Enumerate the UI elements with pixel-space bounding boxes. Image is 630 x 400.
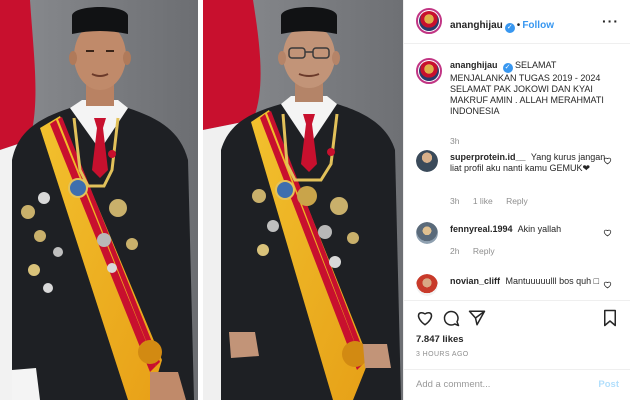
heart-icon[interactable] (603, 280, 612, 289)
comment-text-block: superprotein.id__ Yang kurus jangan liat… (450, 152, 610, 174)
comment-text: Akin yallah (517, 224, 562, 234)
likes-count[interactable]: 7.847 likes (416, 334, 464, 345)
comment-text-block: novian_cliff Mantuuuuulll bos quh □ (450, 276, 610, 287)
heart-icon[interactable] (603, 228, 612, 237)
comment-meta: 3h 1 like Reply (450, 196, 539, 206)
commenter-avatar[interactable] (416, 150, 438, 172)
caption-age: 3h (450, 136, 460, 146)
comment-age: 3h (450, 196, 460, 206)
bookmark-icon[interactable] (601, 309, 619, 327)
portrait-left (0, 0, 198, 400)
comment-username[interactable]: novian_cliff (450, 276, 500, 286)
share-icon[interactable] (468, 309, 486, 327)
reply-button[interactable]: Reply (473, 246, 495, 256)
author-username[interactable]: ananghijau (450, 20, 503, 31)
post-photo[interactable] (0, 0, 403, 400)
comment-meta: 2h Reply (450, 246, 506, 256)
comment-username[interactable]: superprotein.id__ (450, 152, 526, 162)
post-header: ananghijau ✓ • Follow ··· (404, 0, 630, 44)
comment-likes[interactable]: 1 like (473, 196, 493, 206)
heart-icon[interactable] (416, 309, 434, 327)
caption-avatar[interactable] (416, 58, 442, 84)
heart-icon[interactable] (603, 156, 612, 165)
author-avatar[interactable] (416, 8, 442, 34)
add-comment-bar: Add a comment... Post (404, 369, 630, 400)
comment-age: 2h (450, 246, 460, 256)
caption-meta: 3h (450, 136, 470, 146)
list-item: fennyreal.1994 Akin yallah 2h Reply (416, 222, 616, 266)
verified-icon: ✓ (502, 63, 513, 73)
comment-input[interactable]: Add a comment... (416, 379, 490, 390)
separator-dot: • (516, 20, 521, 31)
caption-username[interactable]: ananghijau (450, 60, 498, 70)
more-options-icon[interactable]: ··· (602, 13, 619, 29)
post-sidebar: ananghijau ✓ • Follow ··· ananghijau ✓ SELAM… (403, 0, 630, 400)
comment-text-block: fennyreal.1994 Akin yallah (450, 224, 610, 235)
comment-icon[interactable] (442, 309, 460, 327)
post-actions: 7.847 likes 3 HOURS AGO Add a comment...… (404, 300, 630, 400)
comment-username[interactable]: fennyreal.1994 (450, 224, 513, 234)
comment-text: Mantuuuuulll bos quh □ (505, 276, 600, 286)
commenter-avatar[interactable] (416, 222, 438, 244)
caption-text-block: ananghijau ✓ SELAMAT MENJALANKAN TUGAS 20… (450, 60, 610, 117)
commenter-avatar[interactable] (416, 274, 438, 296)
verified-icon: ✓ (504, 23, 515, 33)
reply-button[interactable]: Reply (506, 196, 528, 206)
follow-button[interactable]: Follow (522, 20, 554, 31)
post-timestamp: 3 HOURS AGO (416, 351, 469, 358)
caption-item: ananghijau ✓ SELAMAT MENJALANKAN TUGAS 20… (416, 58, 616, 154)
comments-list: ananghijau ✓ SELAMAT MENJALANKAN TUGAS 20… (404, 52, 630, 300)
portrait-right (203, 0, 403, 400)
list-item: novian_cliff Mantuuuuulll bos quh □ (416, 274, 616, 300)
post-comment-button[interactable]: Post (598, 379, 619, 390)
list-item: superprotein.id__ Yang kurus jangan liat… (416, 150, 616, 212)
